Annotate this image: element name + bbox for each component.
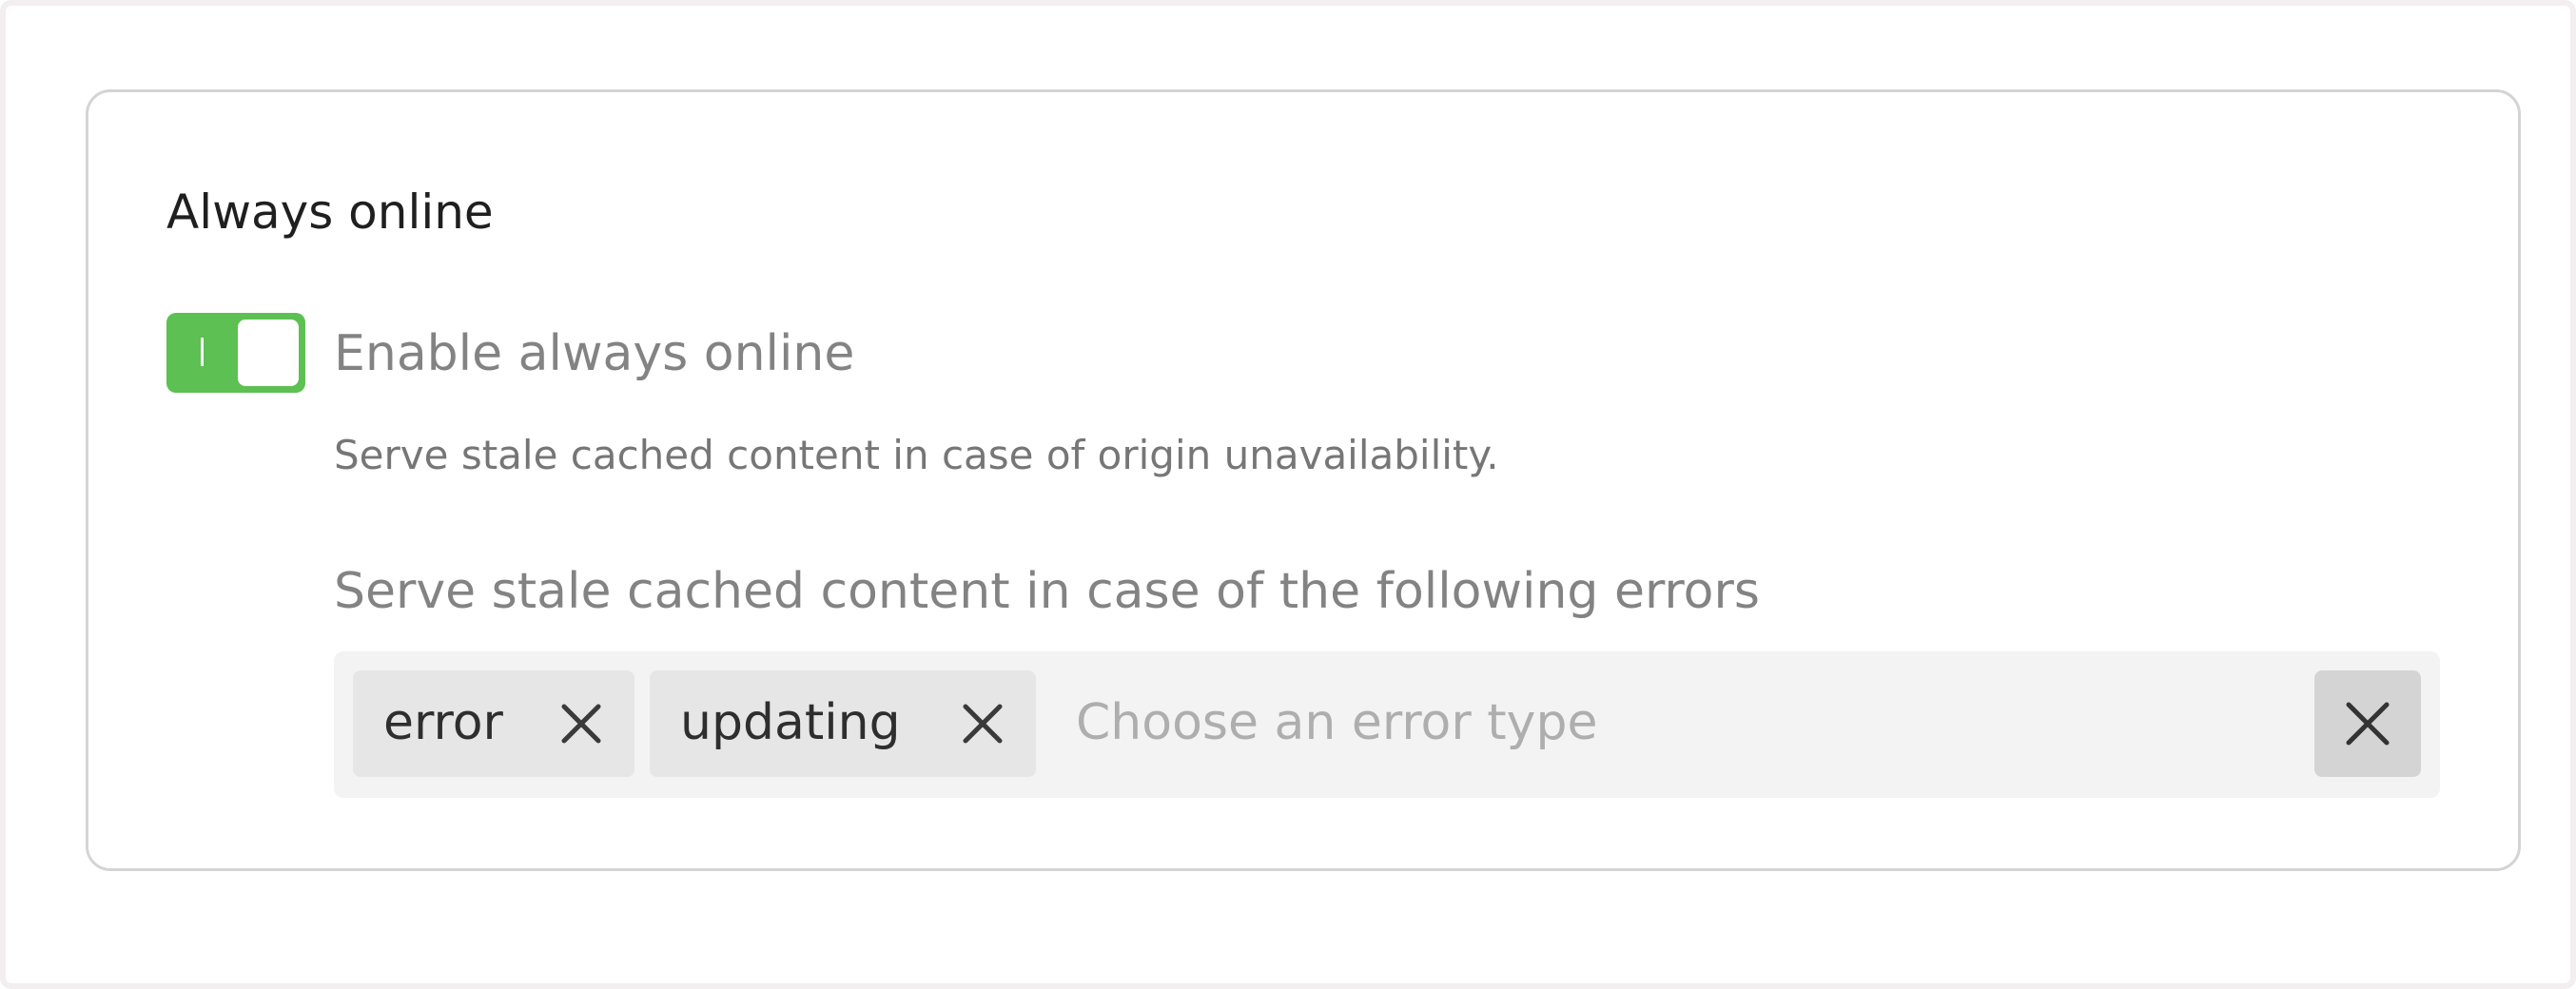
close-icon <box>2346 702 2390 746</box>
always-online-card: Always online Enable always online Serve… <box>86 89 2521 871</box>
error-type-input-placeholder[interactable]: Choose an error type <box>1076 693 1597 752</box>
always-online-toggle[interactable] <box>166 313 305 393</box>
clear-selection-button[interactable] <box>2314 670 2421 777</box>
toggle-knob <box>238 320 299 386</box>
error-type-select[interactable]: error updating Choose an error type <box>334 651 2440 798</box>
toggle-on-mark <box>201 338 204 366</box>
toggle-label: Enable always online <box>334 325 855 382</box>
close-icon[interactable] <box>958 699 1007 748</box>
tag-label: error <box>383 694 503 751</box>
section-title: Always online <box>166 184 494 240</box>
page-frame: Always online Enable always online Serve… <box>0 0 2576 989</box>
tag-label: updating <box>680 694 901 751</box>
selected-tag-error: error <box>353 670 634 777</box>
selected-tag-updating: updating <box>650 670 1036 777</box>
close-icon[interactable] <box>556 699 606 748</box>
errors-field-label: Serve stale cached content in case of th… <box>334 563 1760 620</box>
toggle-help-text: Serve stale cached content in case of or… <box>334 432 1499 478</box>
